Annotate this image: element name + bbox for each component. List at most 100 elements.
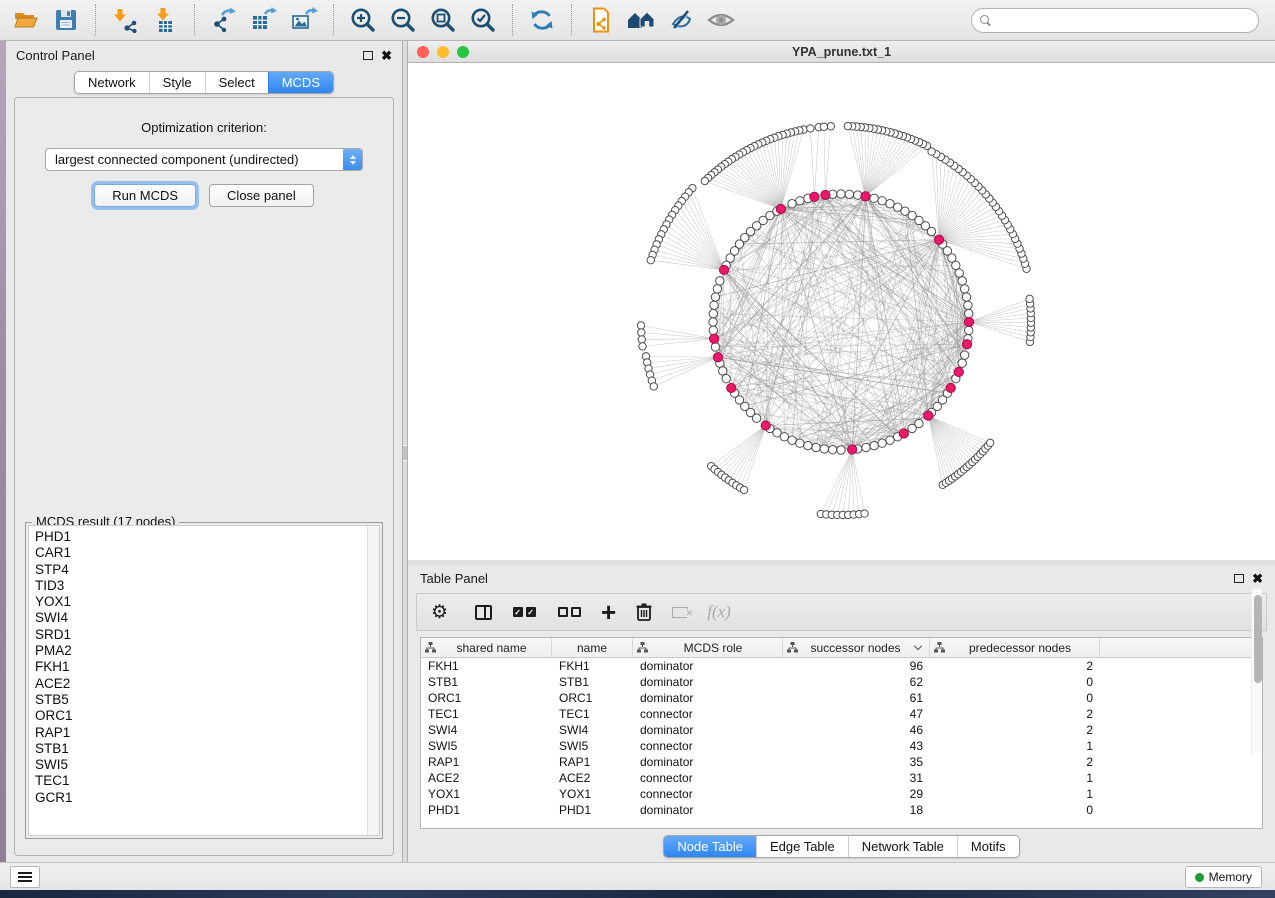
home-networks-button[interactable] (624, 3, 658, 37)
table-cell: ORC1 (552, 691, 633, 705)
mcds-result-item[interactable]: STB1 (29, 741, 379, 757)
table-cell: RAP1 (552, 755, 633, 769)
toolbar-separator (571, 4, 572, 36)
mcds-result-item[interactable]: SWI4 (29, 610, 379, 626)
column-view-button[interactable] (475, 598, 492, 626)
mcds-result-item[interactable]: RAP1 (29, 725, 379, 741)
network-window-titlebar[interactable]: YPA_prune.txt_1 (408, 41, 1275, 63)
mcds-result-item[interactable]: FKH1 (29, 659, 379, 675)
table-row[interactable]: SWI4SWI4dominator462 (421, 722, 1262, 738)
search-box[interactable] (971, 8, 1259, 33)
export-image-button[interactable] (287, 3, 321, 37)
table-row[interactable]: FKH1FKH1dominator962 (421, 658, 1262, 674)
tab-network[interactable]: Network (75, 72, 149, 93)
mcds-result-item[interactable]: ORC1 (29, 708, 379, 724)
show-graphics-button[interactable] (704, 3, 738, 37)
tab-select[interactable]: Select (205, 72, 268, 93)
mcds-result-item[interactable]: STP4 (29, 562, 379, 578)
tab-mcds[interactable]: MCDS (268, 72, 333, 93)
mcds-result-item[interactable]: SWI5 (29, 757, 379, 773)
column-header-successor-nodes[interactable]: successor nodes (783, 638, 930, 657)
mcds-result-item[interactable]: TEC1 (29, 773, 379, 789)
network-view-canvas[interactable] (408, 63, 1275, 560)
table-cell: STB1 (552, 675, 633, 689)
mcds-result-item[interactable]: PHD1 (29, 529, 379, 545)
table-cell: dominator (633, 675, 783, 689)
mcds-result-item[interactable]: STB5 (29, 692, 379, 708)
mcds-result-list[interactable]: PHD1CAR1STP4TID3YOX1SWI4SRD1PMA2FKH1ACE2… (28, 525, 380, 836)
table-settings-button[interactable]: ⚙ (431, 598, 448, 626)
column-type-icon (934, 642, 945, 653)
table-cell: ACE2 (421, 771, 552, 785)
table-row[interactable]: ACE2ACE2connector311 (421, 770, 1262, 786)
toolbar-separator (95, 4, 96, 36)
add-column-button[interactable]: + (601, 598, 616, 626)
column-header-shared-name[interactable]: shared name (421, 638, 552, 657)
task-history-button[interactable] (10, 866, 40, 888)
mcds-list-scrollbar[interactable] (367, 526, 379, 835)
table-row[interactable]: YOX1YOX1connector291 (421, 786, 1262, 802)
table-row[interactable]: ORC1ORC1dominator610 (421, 690, 1262, 706)
table-row[interactable]: TEC1TEC1connector472 (421, 706, 1262, 722)
float-table-panel-icon[interactable] (1234, 574, 1244, 583)
close-panel-icon[interactable]: ✖ (381, 49, 392, 62)
float-panel-icon[interactable] (363, 51, 373, 60)
mcds-result-item[interactable]: PMA2 (29, 643, 379, 659)
table-cell: 1 (930, 787, 1100, 801)
delete-column-button[interactable] (635, 598, 653, 626)
select-all-button[interactable]: ✓✓ (511, 598, 537, 626)
table-cell: RAP1 (421, 755, 552, 769)
column-header-MCDS-role[interactable]: MCDS role (633, 638, 783, 657)
sort-direction-icon (914, 642, 922, 650)
mcds-result-item[interactable]: ACE2 (29, 676, 379, 692)
tab-edge-table[interactable]: Edge Table (756, 836, 848, 857)
table-row[interactable]: STB1STB1dominator620 (421, 674, 1262, 690)
close-table-panel-icon[interactable]: ✖ (1252, 572, 1263, 585)
tab-style[interactable]: Style (149, 72, 205, 93)
table-cell: PHD1 (421, 803, 552, 817)
table-scrollbar-thumb[interactable] (1254, 595, 1262, 683)
hide-style-button[interactable] (664, 3, 698, 37)
column-header-predecessor-nodes[interactable]: predecessor nodes (930, 638, 1100, 657)
open-file-button[interactable] (9, 3, 43, 37)
mcds-result-item[interactable]: YOX1 (29, 594, 379, 610)
export-table-button[interactable] (247, 3, 281, 37)
save-session-button[interactable] (49, 3, 83, 37)
mcds-result-item[interactable]: TID3 (29, 578, 379, 594)
table-cell: 0 (930, 691, 1100, 705)
optimization-criterion-select[interactable]: largest connected component (undirected) (45, 148, 363, 171)
table-cell: 43 (783, 739, 930, 753)
tab-node-table[interactable]: Node Table (664, 836, 756, 857)
mcds-result-item[interactable]: CAR1 (29, 545, 379, 561)
import-table-icon (151, 6, 179, 34)
zoom-selected-button[interactable] (466, 3, 500, 37)
table-scrollbar[interactable] (1251, 589, 1262, 754)
table-cell: STB1 (421, 675, 552, 689)
column-header-label: successor nodes (798, 641, 913, 655)
table-row[interactable]: RAP1RAP1dominator352 (421, 754, 1262, 770)
export-network-button[interactable] (207, 3, 241, 37)
refresh-button[interactable] (525, 3, 559, 37)
panel-splitter[interactable] (402, 41, 408, 862)
deselect-all-button[interactable] (556, 598, 582, 626)
tab-network-table[interactable]: Network Table (848, 836, 957, 857)
mcds-result-item[interactable]: GCR1 (29, 790, 379, 806)
run-mcds-button[interactable]: Run MCDS (94, 184, 196, 207)
table-row[interactable]: SWI5SWI5connector431 (421, 738, 1262, 754)
table-row[interactable]: PHD1PHD1dominator180 (421, 802, 1262, 818)
close-panel-button[interactable]: Close panel (209, 184, 314, 207)
search-input[interactable] (991, 13, 1258, 27)
memory-button[interactable]: Memory (1185, 866, 1262, 888)
gear-icon: ⚙ (431, 603, 448, 622)
zoom-in-button[interactable] (346, 3, 380, 37)
tab-motifs[interactable]: Motifs (957, 836, 1019, 857)
mcds-result-item[interactable]: SRD1 (29, 627, 379, 643)
zoom-out-button[interactable] (386, 3, 420, 37)
import-table-button[interactable] (148, 3, 182, 37)
column-header-name[interactable]: name (552, 638, 633, 657)
zoom-fit-button[interactable] (426, 3, 460, 37)
splitter-handle[interactable] (403, 445, 407, 461)
import-network-button[interactable] (108, 3, 142, 37)
network-from-file-button[interactable] (584, 3, 618, 37)
delete-table-icon (672, 607, 688, 618)
